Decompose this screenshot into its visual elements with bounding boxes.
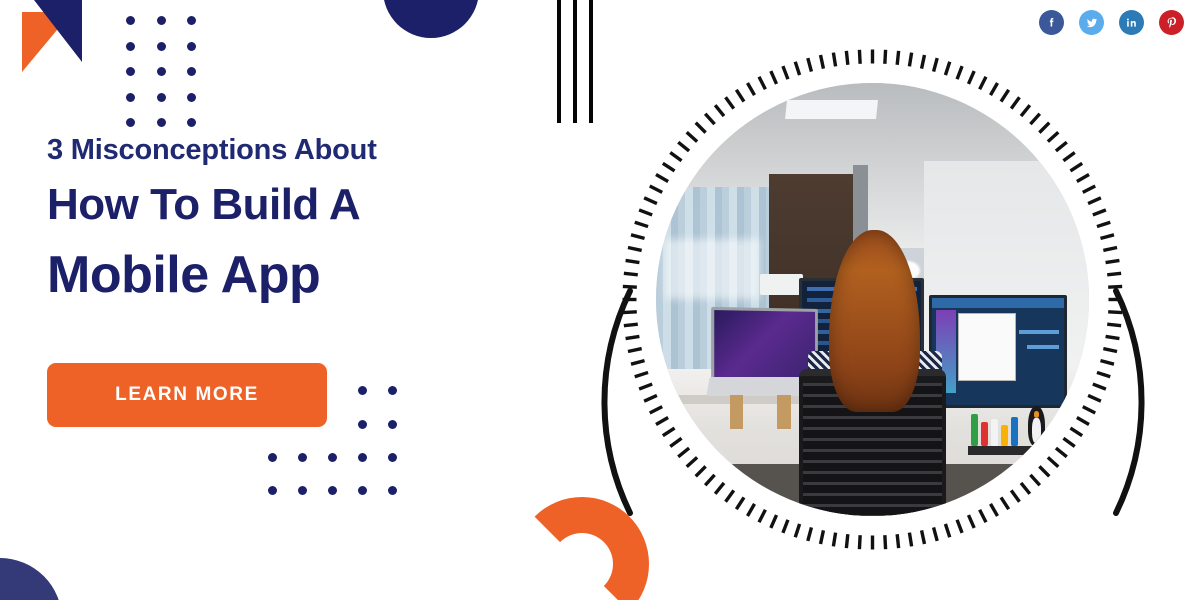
dot-grid-bottom [262,386,402,506]
office-scene-illustration [656,83,1089,516]
dot-grid-top [126,16,206,132]
headline-line-1: How To Build A [47,180,361,229]
diagonal-split-square-logo-icon [22,0,82,72]
navy-circle-accent [383,0,479,38]
brand-logo[interactable] [22,0,94,78]
marketing-banner: 3 Misconceptions About How To Build A Mo… [0,0,1200,600]
navy-corner-accent [0,558,62,600]
headline-block: 3 Misconceptions About How To Build A Mo… [47,134,517,304]
headline-line-2: Mobile App [47,246,321,304]
hero-photo-composition [596,23,1149,576]
eyebrow-text: 3 Misconceptions About [47,134,377,166]
vertical-lines-accent [556,0,596,123]
pinterest-icon[interactable] [1159,10,1184,35]
pinterest-glyph [1167,17,1177,28]
hero-photo [656,83,1089,516]
